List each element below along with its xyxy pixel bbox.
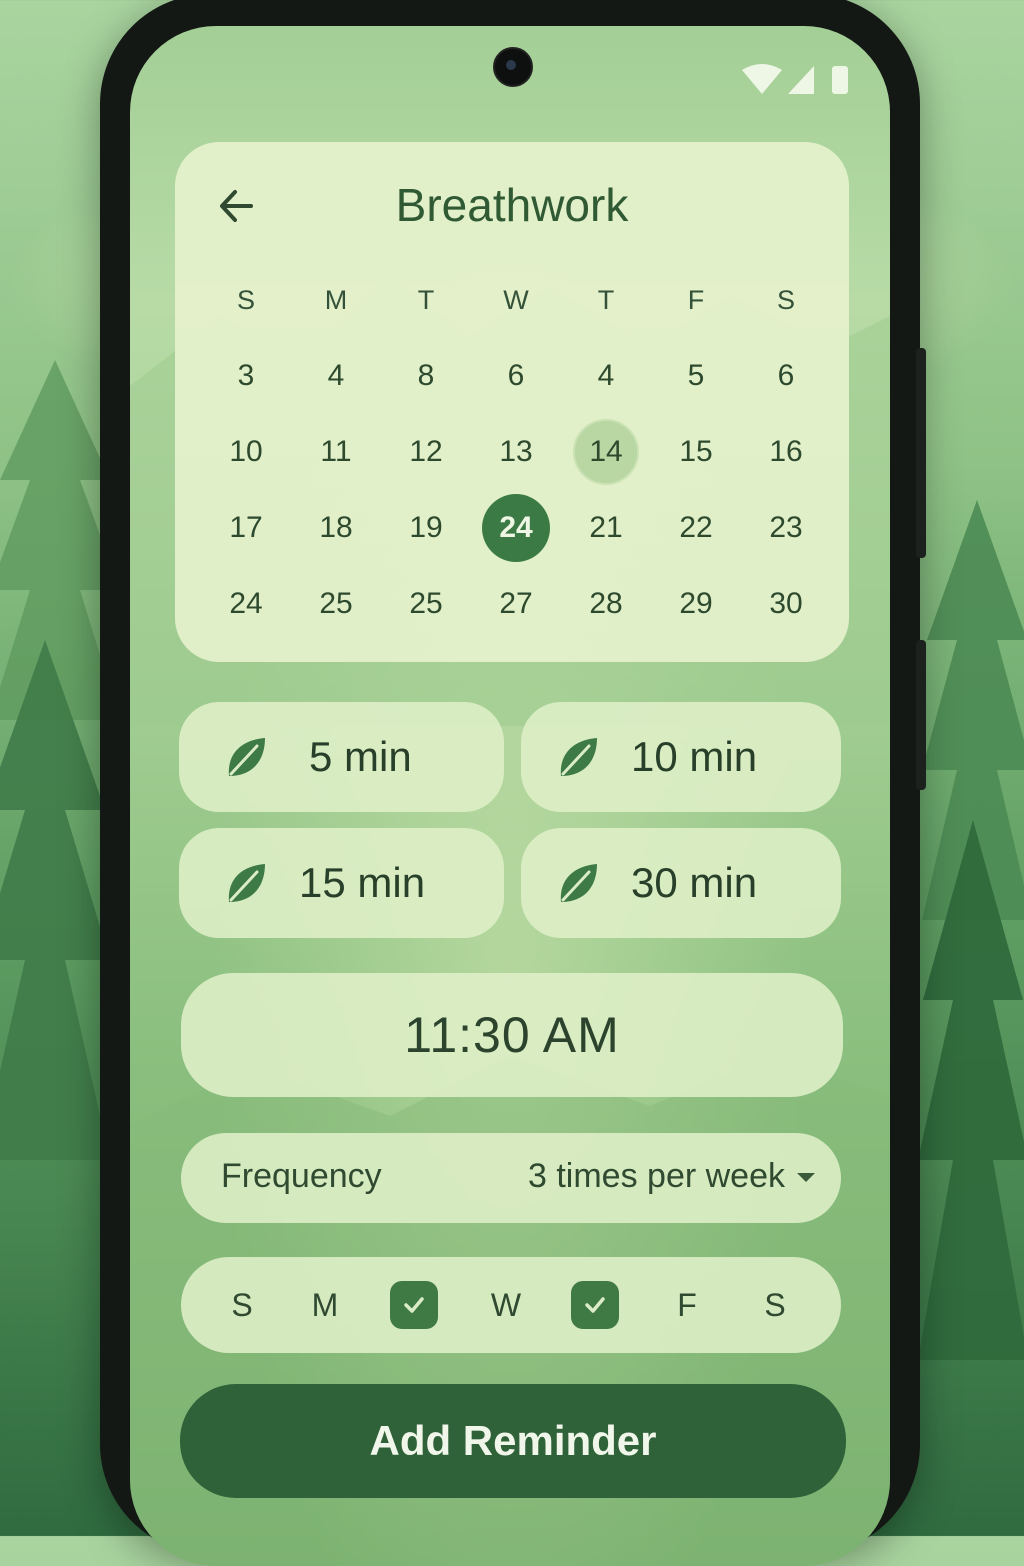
calendar-day[interactable]: 29 [651, 566, 741, 642]
leaf-icon [228, 738, 265, 776]
calendar-day[interactable]: 5 [651, 338, 741, 414]
calendar-card: Breathwork S M T W T F S 3 4 8 6 4 5 6 1… [175, 142, 849, 662]
weekday-toggle-friday[interactable]: F [663, 1281, 711, 1329]
duration-label: 10 min [631, 733, 758, 780]
checkmark-icon [585, 1297, 605, 1313]
calendar-day[interactable]: 10 [201, 414, 291, 490]
weekday-toggle-wednesday[interactable]: W [482, 1281, 530, 1329]
time-value: 11:30 AM [404, 1007, 620, 1063]
weekday-header: S [776, 284, 795, 315]
calendar-grid: S M T W T F S 3 4 8 6 4 5 6 10 11 12 13 … [201, 262, 831, 642]
calendar-day[interactable]: 11 [291, 414, 381, 490]
weekday-header: M [324, 284, 348, 315]
weekday-header: S [236, 284, 255, 315]
leaf-icon [560, 864, 597, 902]
leaf-icon [560, 738, 597, 776]
weekday-header: F [687, 284, 705, 315]
calendar-day[interactable]: 25 [381, 566, 471, 642]
wifi-icon [742, 64, 782, 94]
power-button [916, 640, 926, 790]
weekday-header: W [503, 284, 529, 315]
pine-tree-background [0, 640, 110, 1200]
calendar-day[interactable]: 3 [201, 338, 291, 414]
weekday-picker: S M W F S [181, 1257, 841, 1353]
signal-icon [788, 66, 814, 94]
weekday-toggle-monday[interactable]: M [301, 1281, 349, 1329]
calendar-day[interactable]: 19 [381, 490, 471, 566]
weekday-header: T [597, 284, 615, 315]
pine-tree-background [918, 820, 1024, 1380]
leaf-icon [228, 864, 265, 902]
time-picker[interactable]: 11:30 AM [181, 973, 843, 1097]
calendar-day[interactable]: 12 [381, 414, 471, 490]
calendar-day[interactable]: 22 [651, 490, 741, 566]
calendar-day[interactable]: 13 [471, 414, 561, 490]
calendar-day-highlighted[interactable]: 14 [561, 414, 651, 490]
calendar-day[interactable]: 25 [291, 566, 381, 642]
frequency-dropdown[interactable]: Frequency 3 times per week [181, 1133, 841, 1223]
calendar-day[interactable]: 16 [741, 414, 831, 490]
calendar-day[interactable]: 24 [201, 566, 291, 642]
calendar-day[interactable]: 4 [291, 338, 381, 414]
calendar-day[interactable]: 23 [741, 490, 831, 566]
calendar-day[interactable]: 27 [471, 566, 561, 642]
calendar-day[interactable]: 4 [561, 338, 651, 414]
duration-chip-15[interactable]: 15 min [179, 828, 504, 938]
calendar-day[interactable]: 6 [741, 338, 831, 414]
duration-label: 15 min [299, 859, 426, 906]
add-reminder-label: Add Reminder [369, 1417, 657, 1464]
frequency-label: Frequency [221, 1157, 382, 1195]
calendar-day[interactable]: 18 [291, 490, 381, 566]
checkmark-icon [404, 1297, 424, 1313]
calendar-day[interactable]: 21 [561, 490, 651, 566]
frequency-value: 3 times per week [528, 1157, 785, 1195]
weekday-header: T [417, 284, 435, 315]
duration-chip-10[interactable]: 10 min [521, 702, 841, 812]
duration-label: 5 min [309, 733, 412, 780]
calendar-day[interactable]: 17 [201, 490, 291, 566]
duration-label: 30 min [631, 859, 758, 906]
weekday-toggle-thursday[interactable] [571, 1281, 619, 1329]
volume-button [916, 348, 926, 558]
front-camera [493, 47, 533, 87]
calendar-day[interactable]: 8 [381, 338, 471, 414]
calendar-day-selected[interactable]: 24 [471, 490, 561, 566]
weekday-toggle-saturday[interactable]: S [751, 1281, 799, 1329]
weekday-toggle-sunday[interactable]: S [218, 1281, 266, 1329]
page-title: Breathwork [395, 179, 629, 231]
calendar-day[interactable]: 6 [471, 338, 561, 414]
calendar-day[interactable]: 28 [561, 566, 651, 642]
calendar-day[interactable]: 15 [651, 414, 741, 490]
caret-down-icon [797, 1173, 815, 1182]
weekday-toggle-tuesday[interactable] [390, 1281, 438, 1329]
battery-icon [832, 66, 848, 94]
status-bar-icons [738, 62, 850, 96]
duration-chip-5[interactable]: 5 min [179, 702, 504, 812]
duration-chip-30[interactable]: 30 min [521, 828, 841, 938]
calendar-day[interactable]: 30 [741, 566, 831, 642]
add-reminder-button[interactable]: Add Reminder [180, 1384, 846, 1498]
